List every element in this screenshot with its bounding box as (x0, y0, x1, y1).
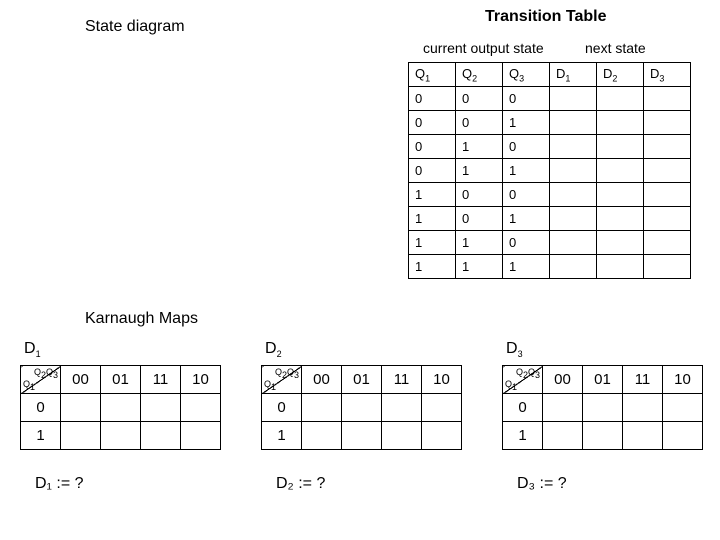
transition-table: Q1 Q2 Q3 D1 D2 D3 000 001 010 011 100 10… (408, 62, 691, 279)
equation-d3: D₃ := ? (517, 475, 567, 493)
current-state-header: current output state (423, 40, 544, 56)
kmap-corner: Q2Q3 Q1 (21, 366, 61, 394)
kmap-corner: Q2Q3 Q1 (503, 366, 543, 394)
kmap-corner: Q2Q3 Q1 (262, 366, 302, 394)
col-d1: D1 (550, 63, 597, 87)
kmap-col: 01 (101, 366, 141, 394)
kmap-col: 11 (141, 366, 181, 394)
col-q1: Q1 (409, 63, 456, 87)
kmap-row: 0 (262, 394, 302, 422)
karnaugh-maps-heading: Karnaugh Maps (85, 310, 198, 328)
table-row: 010 (409, 135, 691, 159)
kmap-row: 1 (21, 422, 61, 450)
table-header-row: Q1 Q2 Q3 D1 D2 D3 (409, 63, 691, 87)
table-row: 110 (409, 231, 691, 255)
kmap-col: 11 (623, 366, 663, 394)
kmap-d2-table: Q2Q3 Q1 00 01 11 10 0 1 (261, 365, 462, 450)
table-row: 100 (409, 183, 691, 207)
kmap-d1: D1 Q2Q3 Q1 00 01 11 10 0 1 (20, 340, 221, 450)
kmap-col: 01 (342, 366, 382, 394)
kmap-d3-table: Q2Q3 Q1 00 01 11 10 0 1 (502, 365, 703, 450)
kmap-d3-title: D3 (506, 340, 703, 359)
kmap-col: 00 (543, 366, 583, 394)
kmap-row: 1 (503, 422, 543, 450)
kmap-col: 00 (61, 366, 101, 394)
table-row: 000 (409, 87, 691, 111)
kmap-row: 0 (21, 394, 61, 422)
col-q3: Q3 (503, 63, 550, 87)
kmap-col: 10 (663, 366, 703, 394)
kmap-d2-title: D2 (265, 340, 462, 359)
kmap-d2: D2 Q2Q3 Q1 00 01 11 10 0 1 (261, 340, 462, 450)
col-d2: D2 (597, 63, 644, 87)
kmap-col: 10 (422, 366, 462, 394)
kmap-col: 00 (302, 366, 342, 394)
kmap-d1-table: Q2Q3 Q1 00 01 11 10 0 1 (20, 365, 221, 450)
col-d3: D3 (644, 63, 691, 87)
equation-d1: D₁ := ? (35, 475, 84, 493)
next-state-header: next state (585, 40, 646, 56)
kmap-col: 11 (382, 366, 422, 394)
kmap-col: 10 (181, 366, 221, 394)
kmap-col: 01 (583, 366, 623, 394)
state-diagram-heading: State diagram (85, 18, 185, 36)
table-row: 011 (409, 159, 691, 183)
kmap-row: 1 (262, 422, 302, 450)
table-row: 111 (409, 255, 691, 279)
kmap-row: 0 (503, 394, 543, 422)
table-row: 101 (409, 207, 691, 231)
table-row: 001 (409, 111, 691, 135)
kmap-d3: D3 Q2Q3 Q1 00 01 11 10 0 1 (502, 340, 703, 450)
col-q2: Q2 (456, 63, 503, 87)
transition-table-title: Transition Table (485, 8, 607, 26)
equation-d2: D₂ := ? (276, 475, 325, 493)
kmap-d1-title: D1 (24, 340, 221, 359)
